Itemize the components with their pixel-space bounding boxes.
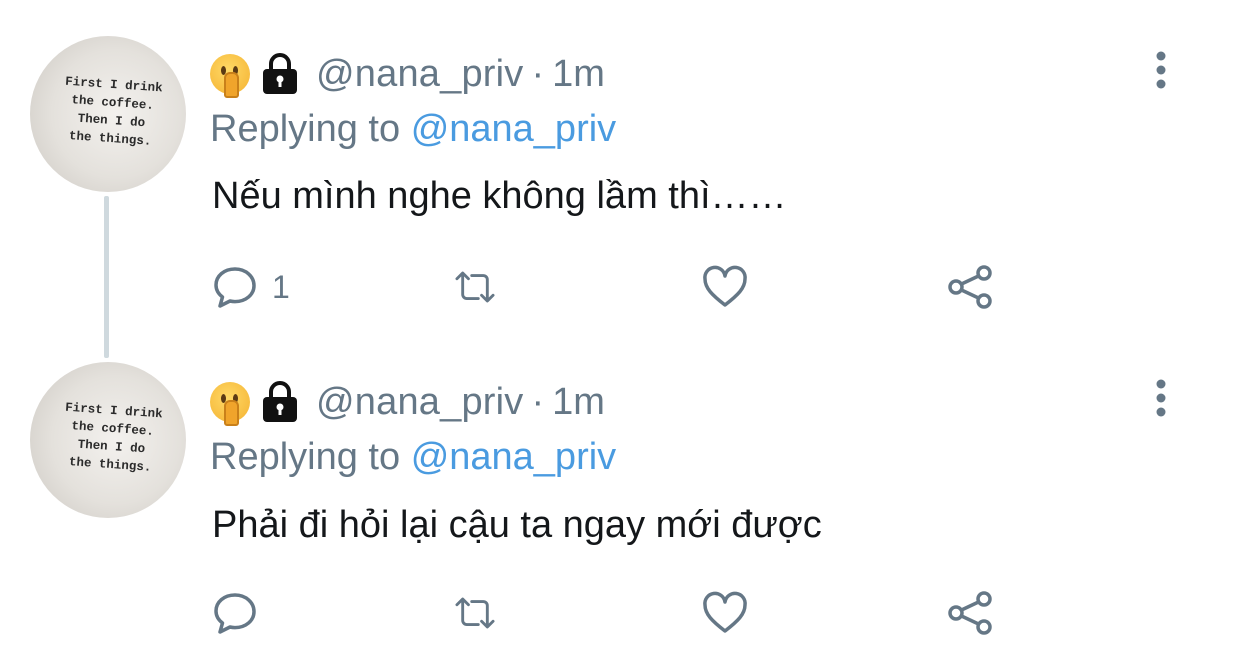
tweet-header: @nana_priv · 1m bbox=[210, 374, 605, 430]
reply-button[interactable] bbox=[212, 588, 258, 638]
timestamp[interactable]: 1m bbox=[552, 53, 605, 96]
retweet-button[interactable] bbox=[452, 262, 498, 312]
share-button[interactable] bbox=[947, 588, 993, 638]
lock-icon bbox=[263, 53, 297, 94]
replying-to: Replying to @nana_priv bbox=[210, 108, 616, 151]
replying-prefix: Replying to bbox=[210, 108, 401, 150]
user-handle[interactable]: @nana_priv bbox=[316, 53, 523, 96]
share-button[interactable] bbox=[947, 262, 993, 312]
shushing-face-icon bbox=[210, 382, 250, 426]
avatar[interactable]: First I drink the coffee. Then I do the … bbox=[30, 362, 186, 518]
share-icon bbox=[948, 265, 992, 309]
timestamp[interactable]: 1m bbox=[552, 381, 605, 424]
tweet[interactable]: First I drink the coffee. Then I do the … bbox=[0, 0, 1242, 330]
retweet-icon bbox=[455, 271, 495, 303]
user-handle[interactable]: @nana_priv bbox=[316, 381, 523, 424]
retweet-icon bbox=[455, 597, 495, 629]
avatar[interactable]: First I drink the coffee. Then I do the … bbox=[30, 36, 186, 192]
tweet-text: Phải đi hỏi lại cậu ta ngay mới được bbox=[212, 504, 822, 546]
separator-dot: · bbox=[531, 380, 545, 423]
tweet-actions bbox=[212, 588, 1012, 638]
shushing-face-icon bbox=[210, 54, 250, 98]
like-button[interactable] bbox=[702, 588, 748, 638]
avatar-image-text: First I drink the coffee. Then I do the … bbox=[64, 74, 164, 149]
reply-icon bbox=[214, 593, 256, 634]
avatar-image-text: First I drink the coffee. Then I do the … bbox=[64, 400, 164, 475]
reply-button[interactable]: 1 bbox=[212, 262, 290, 312]
separator-dot: · bbox=[531, 52, 545, 95]
like-button[interactable] bbox=[702, 262, 748, 312]
replying-prefix: Replying to bbox=[210, 436, 401, 478]
tweet[interactable]: First I drink the coffee. Then I do the … bbox=[0, 328, 1242, 654]
reply-icon bbox=[214, 267, 256, 308]
more-icon[interactable] bbox=[1146, 50, 1176, 90]
replying-mention-link[interactable]: @nana_priv bbox=[411, 436, 616, 478]
like-icon bbox=[703, 265, 747, 307]
tweet-header: @nana_priv · 1m bbox=[210, 46, 605, 102]
like-icon bbox=[703, 591, 747, 633]
tweet-actions: 1 bbox=[212, 262, 1012, 312]
tweet-text: Nếu mình nghe không lầm thì…… bbox=[212, 175, 787, 217]
share-icon bbox=[948, 591, 992, 635]
replying-to: Replying to @nana_priv bbox=[210, 436, 616, 479]
reply-count: 1 bbox=[272, 268, 290, 305]
retweet-button[interactable] bbox=[452, 588, 498, 638]
replying-mention-link[interactable]: @nana_priv bbox=[411, 108, 616, 150]
lock-icon bbox=[263, 381, 297, 422]
more-icon[interactable] bbox=[1146, 378, 1176, 418]
